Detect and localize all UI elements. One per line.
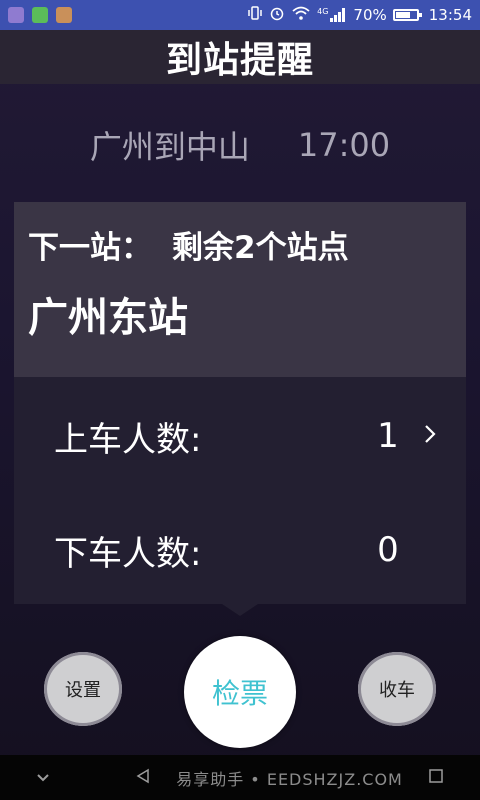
info-card: 下一站： 剩余2个站点 广州东站 上车人数: 1 下车人数: 0 [14, 202, 466, 604]
departure-time: 17:00 [297, 126, 391, 164]
settings-label: 设置 [65, 680, 101, 701]
wifi-icon [291, 5, 311, 25]
boarding-label: 上车人数: [54, 419, 202, 460]
settings-button[interactable]: 设置 [44, 652, 122, 726]
signal-icon: 4G [317, 7, 347, 23]
route-info: 广州到中山 17:00 [0, 120, 480, 170]
chevron-down-icon[interactable] [36, 768, 50, 787]
vibrate-icon [247, 5, 263, 25]
check-ticket-button[interactable]: 检票 [184, 636, 296, 748]
alighting-label: 下车人数: [54, 533, 202, 574]
next-station-label: 下一站： [28, 230, 152, 266]
battery-fill [395, 12, 410, 18]
wechat-icon [32, 7, 48, 23]
alarm-icon [269, 5, 285, 25]
route-text: 广州到中山 [89, 128, 250, 166]
navigation-bar: 易享助手 • EEDSHZJZ.COM [0, 755, 480, 800]
check-ticket-label: 检票 [211, 677, 268, 710]
back-triangle-icon[interactable] [135, 768, 151, 788]
remaining-stations: 剩余2个站点 [172, 230, 349, 266]
watermark: 易享助手 • EEDSHZJZ.COM [176, 769, 403, 789]
gallery-app-icon [8, 7, 24, 23]
notification-icons [8, 7, 72, 23]
recents-square-icon[interactable] [428, 768, 444, 788]
notification-app-icon [56, 7, 72, 23]
system-status: 4G 70% 13:54 [247, 5, 472, 25]
screen: 4G 70% 13:54 到站提醒 广州到中山 17:00 下一站： 剩余2个站点… [0, 0, 480, 800]
network-type: 4G [317, 7, 329, 16]
boarding-count-row[interactable]: 上车人数: 1 [54, 406, 442, 466]
alighting-value: 0 [377, 530, 399, 570]
next-station-name: 广州东站 [28, 295, 188, 341]
status-bar: 4G 70% 13:54 [0, 0, 480, 30]
next-station-panel: 下一站： 剩余2个站点 广州东站 [14, 202, 466, 377]
chevron-right-icon[interactable] [418, 420, 442, 453]
battery-icon [392, 9, 422, 21]
next-station-line: 下一站： 剩余2个站点 [28, 222, 452, 267]
clock: 13:54 [428, 6, 472, 24]
alighting-count-row: 下车人数: 0 [54, 520, 442, 580]
close-route-button[interactable]: 收车 [358, 652, 436, 726]
card-pointer [222, 604, 258, 616]
page-title: 到站提醒 [165, 40, 314, 81]
battery-percent: 70% [353, 6, 387, 24]
title-bar: 到站提醒 [0, 30, 480, 84]
boarding-value: 1 [377, 416, 399, 456]
close-route-label: 收车 [379, 680, 415, 701]
